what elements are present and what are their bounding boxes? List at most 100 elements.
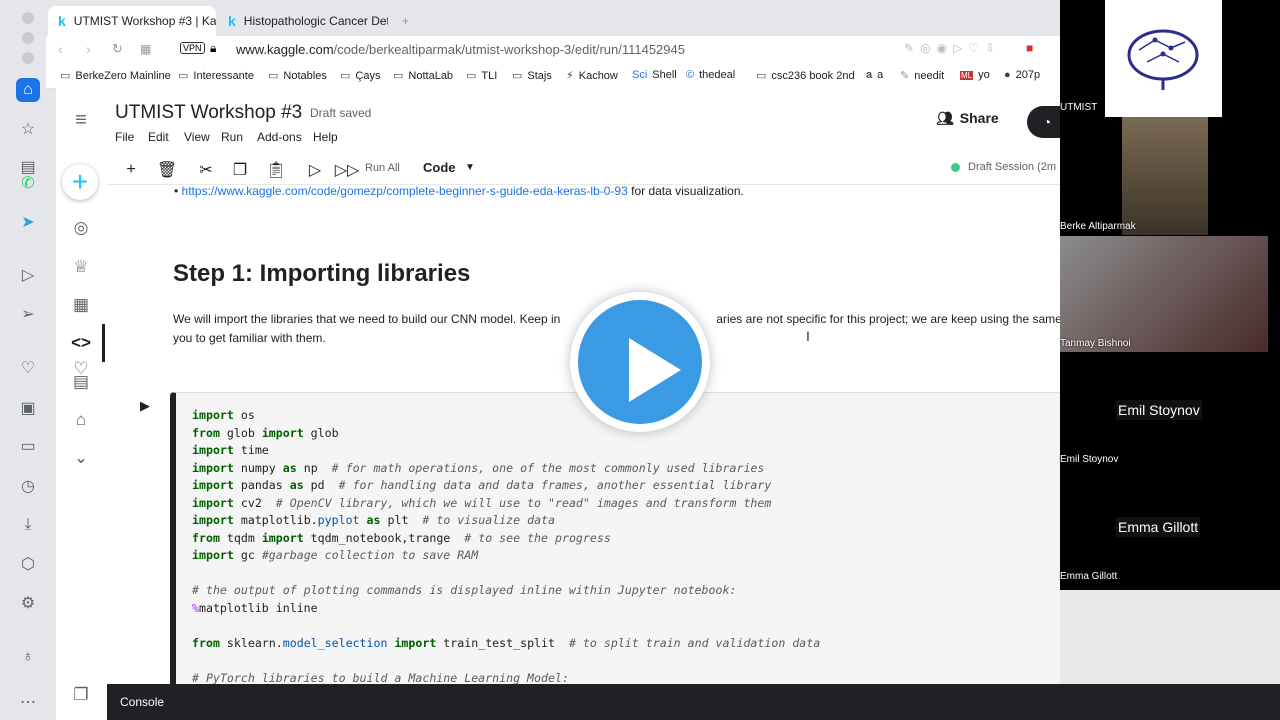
- folder-icon: ▭: [466, 70, 477, 82]
- console-bar[interactable]: Console: [107, 684, 1280, 720]
- folder-icon: ▭: [393, 70, 404, 82]
- menu-file[interactable]: File: [115, 130, 134, 144]
- tab-kaggle[interactable]: k UTMIST Workshop #3 | Kaggle: [48, 6, 216, 36]
- menu-view[interactable]: View: [184, 130, 210, 144]
- folder-icon: ▭: [340, 70, 351, 82]
- bookmark[interactable]: Sci Shell: [632, 69, 677, 81]
- table-icon[interactable]: ▦: [68, 292, 94, 318]
- tab-grid-icon[interactable]: ▦: [140, 42, 151, 56]
- share-button[interactable]: 👥︎ Share: [936, 110, 999, 127]
- notebooks-icon[interactable]: ❐: [68, 682, 94, 708]
- bookmark[interactable]: ● 207p: [1004, 69, 1040, 81]
- tab-histopathologic[interactable]: k Histopathologic Cancer Detecti: [218, 6, 388, 36]
- discussion-icon[interactable]: ▤: [68, 369, 94, 395]
- brain-logo: [1127, 29, 1199, 90]
- bookmark[interactable]: ▭ Stajs: [512, 69, 552, 83]
- learn-icon[interactable]: ⌂: [68, 407, 94, 433]
- back-icon[interactable]: ‹: [58, 41, 63, 57]
- vpn-badge[interactable]: VPN: [180, 42, 205, 54]
- notebook-title[interactable]: UTMIST Workshop #3: [115, 102, 302, 124]
- copy-icon[interactable]: ❐: [230, 160, 250, 180]
- bookmark[interactable]: aa: [866, 69, 883, 81]
- more-icon[interactable]: ⋯: [16, 690, 40, 714]
- bookmark-label: NottaLab: [408, 69, 454, 82]
- bookmark[interactable]: ▭ BerkeZero Mainline: [60, 69, 171, 83]
- create-icon[interactable]: +: [62, 164, 98, 200]
- cell-type-select[interactable]: Code: [423, 160, 456, 175]
- share-label: Share: [959, 110, 999, 126]
- maximize-window-icon[interactable]: [22, 52, 34, 64]
- new-tab-icon[interactable]: +: [392, 6, 416, 36]
- heart-icon[interactable]: ♡: [16, 356, 40, 380]
- console-label: Console: [120, 695, 165, 709]
- compass-icon[interactable]: ◎: [68, 215, 94, 241]
- bookmark[interactable]: ML yo: [960, 69, 990, 81]
- bookmark[interactable]: ▭ Notables: [268, 69, 327, 83]
- history-icon[interactable]: ◔: [1027, 106, 1060, 138]
- expand-more-icon[interactable]: ⌄: [68, 445, 94, 471]
- paste-icon[interactable]: 📋︎: [266, 160, 286, 180]
- menu-add-ons[interactable]: Add-ons: [257, 130, 302, 144]
- clock-icon[interactable]: ◷: [16, 474, 40, 498]
- menu-help[interactable]: Help: [313, 130, 338, 144]
- draft-status: Draft saved: [310, 106, 372, 120]
- session-label[interactable]: Draft Session (2m: [968, 161, 1056, 173]
- run-cell-icon[interactable]: ▶: [140, 398, 150, 414]
- news-icon[interactable]: ▣: [16, 396, 40, 420]
- run-icon[interactable]: ▷: [305, 160, 325, 180]
- play-icon: [629, 338, 681, 402]
- trophy-icon[interactable]: ♕: [68, 254, 94, 280]
- add-cell-icon[interactable]: +: [121, 160, 141, 180]
- settings-icon[interactable]: ⚙: [16, 591, 40, 615]
- bookmark[interactable]: © thedeal: [686, 69, 735, 81]
- delete-icon[interactable]: 🗑︎: [157, 160, 177, 180]
- bookmark[interactable]: ▭ Interessante: [178, 69, 254, 83]
- cut-icon[interactable]: ✂: [196, 160, 216, 180]
- run-all-icon[interactable]: ▷▷: [335, 160, 360, 180]
- kaggle-page: ≡ + ◎ ♕ ▦ <> ♡ ▤ ⌂ ⌄ ❐ UTMIST Workshop #…: [56, 88, 1060, 720]
- browser-sidebar: ⌂ ☆ ▤ ✆ ➤ ▷ ➢ ♡ ▣ ▭ ◷ ⤓ ⬡ ⚙ ♁ ⋯: [0, 0, 57, 720]
- notebook-content: • https://www.kaggle.com/code/gomezp/com…: [106, 184, 1060, 720]
- amazon-icon: a: [866, 69, 873, 81]
- download-icon[interactable]: ⤓: [16, 513, 40, 537]
- bookmark[interactable]: ▭ csc236 book 2nd: [756, 69, 855, 83]
- bookmark-label: Çays: [355, 69, 381, 82]
- play-button[interactable]: [570, 292, 710, 432]
- bookmark[interactable]: ▭ Çays: [340, 69, 381, 83]
- address-bar[interactable]: www.kaggle.com/code/berkealtiparmak/utmi…: [236, 42, 685, 57]
- menu-edit[interactable]: Edit: [148, 130, 169, 144]
- code-icon[interactable]: <>: [68, 330, 94, 356]
- run-all-label[interactable]: Run All: [365, 162, 400, 174]
- code-cell[interactable]: import os from glob import glob import t…: [170, 392, 1060, 720]
- extension-red-icon[interactable]: ■: [1026, 41, 1033, 55]
- minimize-window-icon[interactable]: [22, 32, 34, 44]
- bookmark[interactable]: ⚡︎ Kachow: [566, 69, 618, 83]
- menu-run[interactable]: Run: [221, 130, 243, 144]
- whatsapp-icon[interactable]: ✆: [16, 171, 40, 195]
- home-icon[interactable]: ⌂: [16, 78, 40, 102]
- bookmark-label: Notables: [283, 69, 327, 82]
- lock-icon: 🔒︎: [210, 41, 217, 55]
- send-icon[interactable]: ➢: [16, 302, 40, 326]
- chat-icon[interactable]: ▭: [16, 434, 40, 458]
- chevron-down-icon[interactable]: ▼: [465, 162, 475, 173]
- extension-icons[interactable]: ✎◎◉▷♡⇩: [904, 41, 1001, 55]
- participant-name: Tanmay Bishnoi: [1060, 338, 1131, 349]
- player-icon[interactable]: ▷: [16, 263, 40, 287]
- reference-link[interactable]: https://www.kaggle.com/code/gomezp/compl…: [182, 184, 628, 198]
- telegram-icon[interactable]: ➤: [16, 210, 40, 234]
- hamburger-menu-icon[interactable]: ≡: [68, 107, 94, 133]
- forward-icon[interactable]: ›: [86, 41, 91, 57]
- close-window-icon[interactable]: [22, 12, 34, 24]
- cube-icon[interactable]: ⬡: [16, 552, 40, 576]
- bookmark[interactable]: ✎ needit: [900, 69, 944, 83]
- notebook-header: UTMIST Workshop #3 Draft saved File Edit…: [106, 88, 1060, 185]
- bookmark[interactable]: ▭ TLI: [466, 69, 497, 83]
- address-host: www.kaggle.com: [236, 42, 334, 57]
- star-icon[interactable]: ☆: [16, 117, 40, 141]
- bulb-icon[interactable]: ♁: [16, 645, 40, 669]
- reload-icon[interactable]: ↻: [112, 41, 123, 57]
- code-editor[interactable]: import os from glob import glob import t…: [192, 407, 820, 687]
- bookmark[interactable]: ▭ NottaLab: [393, 69, 454, 83]
- folder-icon: ▭: [756, 70, 767, 82]
